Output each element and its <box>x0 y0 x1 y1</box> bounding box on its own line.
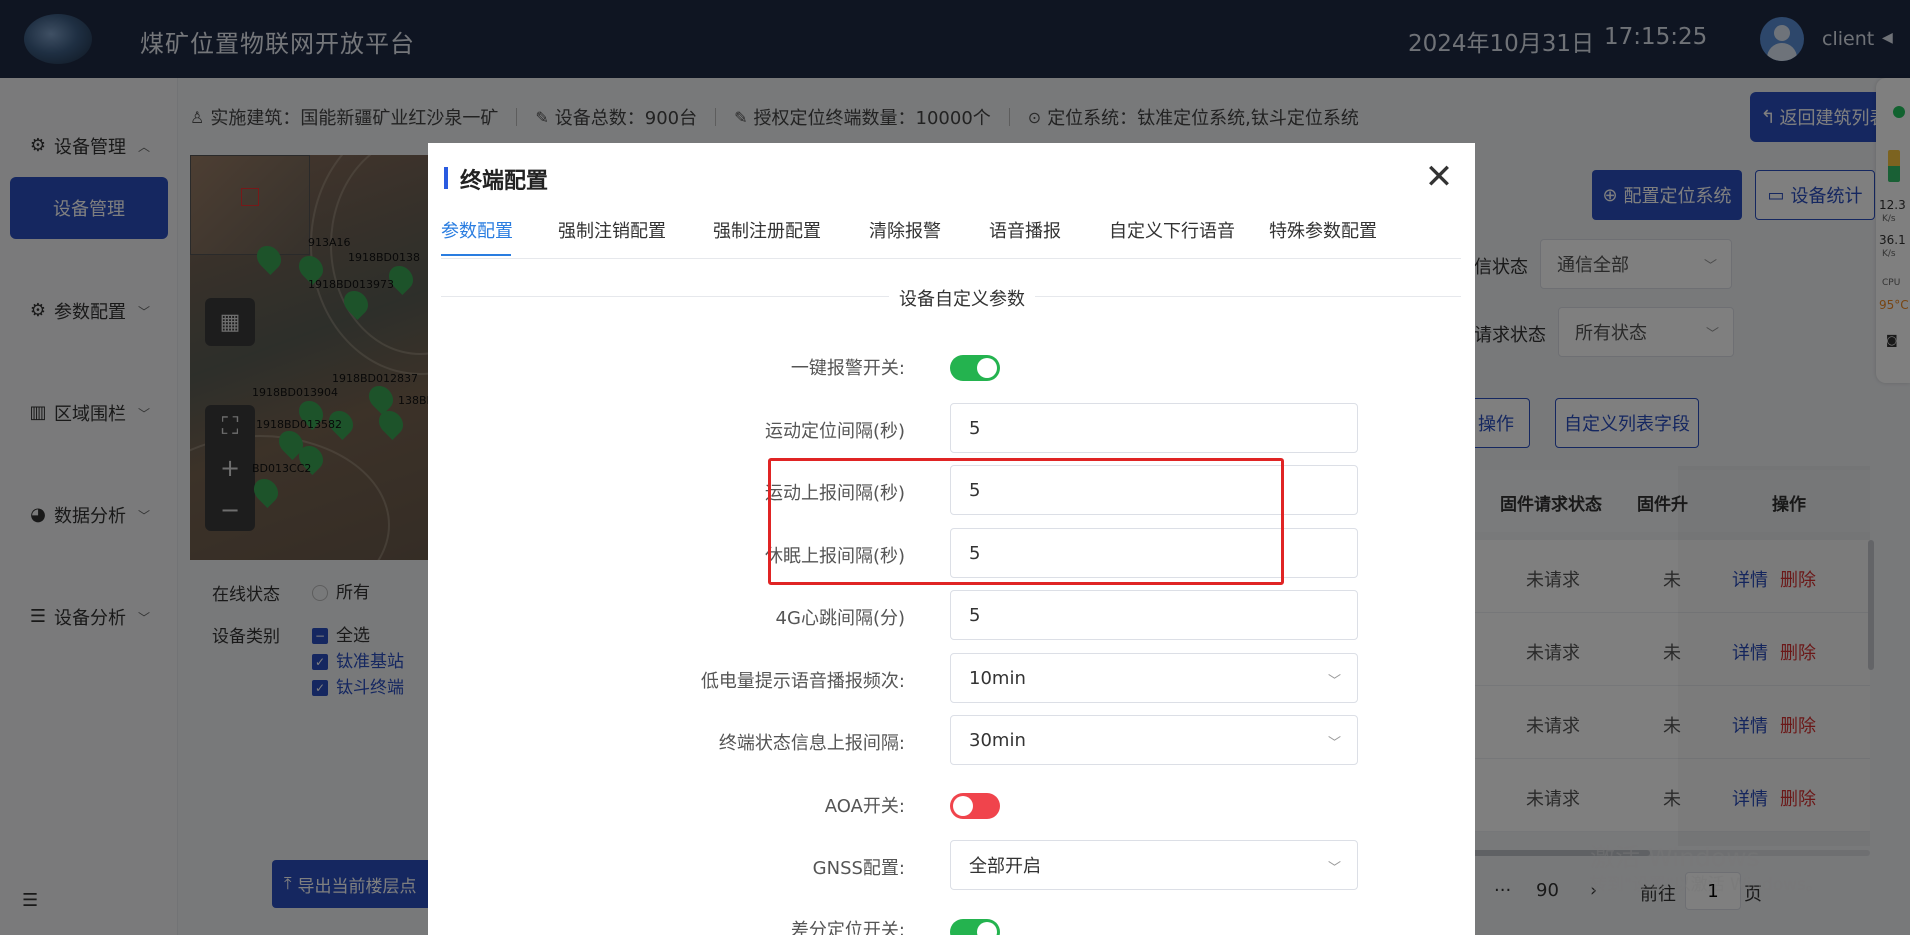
windows-activation-hint: 转到"设置"以激活 Windows。 <box>1590 875 1823 895</box>
aoa-switch-toggle[interactable] <box>950 793 1000 819</box>
select-value: 30min <box>969 729 1026 751</box>
app-root: 煤矿位置物联网开放平台 2024年10月31日 17:15:25 client … <box>0 0 1910 935</box>
diff-positioning-label: 差分定位开关: <box>790 920 905 935</box>
chevron-down-icon: ﹀ <box>1327 674 1341 689</box>
status-report-select[interactable]: 30min ﹀ <box>950 715 1358 765</box>
heartbeat-input[interactable]: 5 <box>950 590 1358 640</box>
windows-activation-watermark: 激活 Windows <box>1590 843 1760 872</box>
active-tab-indicator <box>441 254 511 256</box>
select-value: 10min <box>969 667 1026 689</box>
section-title: 设备自定义参数 <box>889 285 1035 311</box>
gnss-config-label: GNSS配置: <box>812 858 905 879</box>
low-battery-voice-select[interactable]: 10min ﹀ <box>950 653 1358 703</box>
aoa-switch-label: AOA开关: <box>824 796 905 817</box>
tab-custom-voice[interactable]: 自定义下行语音 <box>1109 217 1235 243</box>
alarm-switch-toggle[interactable] <box>950 355 1000 381</box>
modal-title: 终端配置 <box>460 169 549 194</box>
chevron-down-icon: ﹀ <box>1327 861 1341 876</box>
tab-clear-alarm[interactable]: 清除报警 <box>869 217 941 243</box>
diff-positioning-toggle[interactable] <box>950 919 1000 935</box>
motion-interval-input[interactable]: 5 <box>950 403 1358 453</box>
tab-voice-broadcast[interactable]: 语音播报 <box>989 217 1061 243</box>
annotation-highlight-box <box>768 458 1284 585</box>
tab-force-register[interactable]: 强制注册配置 <box>713 217 821 243</box>
low-battery-voice-label: 低电量提示语音播报频次: <box>700 671 905 692</box>
close-icon[interactable]: ✕ <box>1419 157 1459 197</box>
chevron-down-icon: ﹀ <box>1327 736 1341 751</box>
tab-force-logout[interactable]: 强制注销配置 <box>558 217 666 243</box>
gnss-config-select[interactable]: 全部开启 ﹀ <box>950 840 1358 890</box>
modal-tabs: 参数配置 强制注销配置 强制注册配置 清除报警 语音播报 自定义下行语音 特殊参… <box>441 203 1461 259</box>
tab-special-params[interactable]: 特殊参数配置 <box>1269 217 1377 243</box>
motion-interval-label: 运动定位间隔(秒) <box>764 421 905 442</box>
title-accent-bar <box>444 167 448 189</box>
alarm-switch-label: 一键报警开关: <box>790 358 905 379</box>
select-value: 全部开启 <box>969 856 1041 877</box>
heartbeat-label: 4G心跳间隔(分) <box>775 608 905 629</box>
status-report-label: 终端状态信息上报间隔: <box>718 733 905 754</box>
tab-param-config[interactable]: 参数配置 <box>441 217 513 243</box>
